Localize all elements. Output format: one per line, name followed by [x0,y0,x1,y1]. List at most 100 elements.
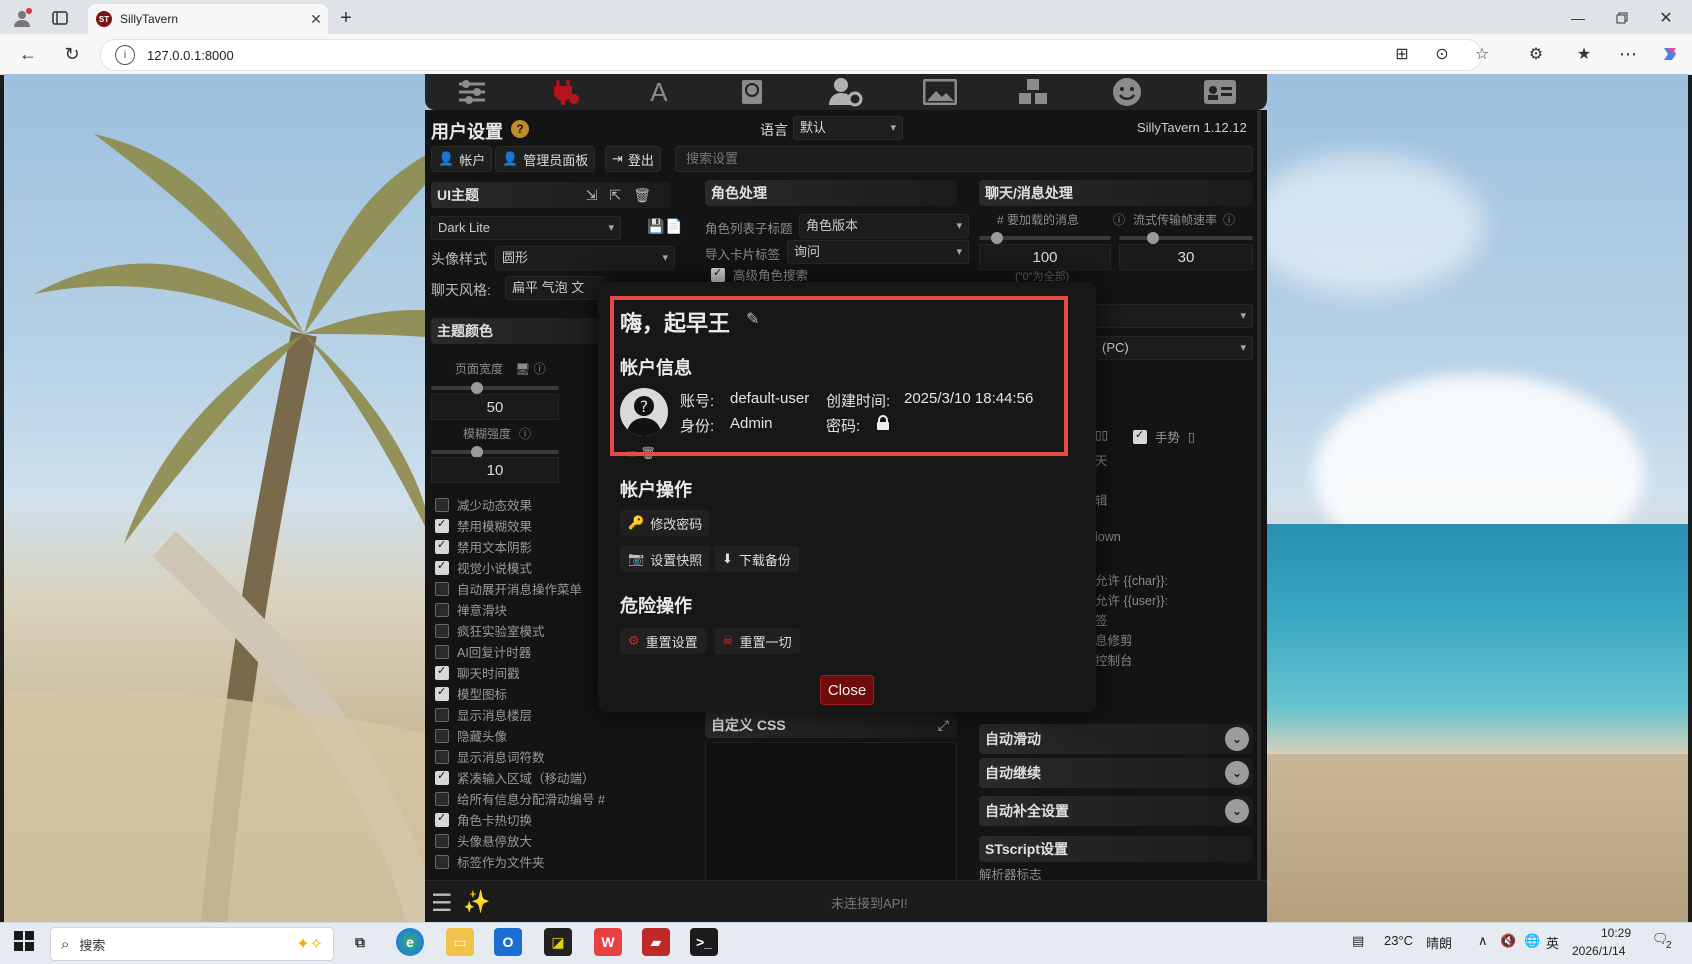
favorites-icon[interactable]: ★ [1572,42,1596,66]
logout-button[interactable]: ⇥ 登出 [605,146,661,172]
checkbox-box[interactable] [435,497,449,512]
extensions-icon[interactable]: ⚙ [1524,42,1548,66]
language-select[interactable]: 默认 [793,116,903,140]
stream-knob[interactable] [1147,232,1159,244]
checkbox-box[interactable] [435,685,449,701]
ui-option-checkbox[interactable]: 角色卡热切换 [435,809,675,830]
ai-response-settings-icon[interactable] [452,76,492,108]
read-aloud-icon[interactable]: ⊙ [1430,42,1454,66]
checkbox-box[interactable] [435,602,449,617]
profile-icon[interactable] [10,6,34,30]
checkbox-box[interactable] [435,623,449,638]
extensions-cubes-icon[interactable] [1013,76,1053,108]
site-info-icon[interactable]: i [115,45,135,65]
backgrounds-icon[interactable] [920,76,960,108]
ui-option-checkbox[interactable]: 紧凑输入区域（移动端） [435,767,675,788]
ui-option-checkbox[interactable]: 头像悬停放大 [435,830,675,851]
checkbox-box[interactable] [435,791,449,806]
search-settings-input[interactable]: 搜索设置 [675,146,1253,172]
stream-fps-value[interactable]: 30 [1119,244,1253,270]
network-globe-icon[interactable]: 🌐 [1524,933,1540,949]
stream-fps-slider[interactable] [1119,232,1253,244]
volume-muted-icon[interactable]: 🔇 [1500,933,1516,949]
back-icon[interactable]: ← [16,42,40,66]
page-width-knob[interactable] [471,382,483,394]
app-available-icon[interactable]: ⊞ [1390,42,1414,66]
window-close-icon[interactable]: ✕ [1654,6,1678,30]
new-tab-icon[interactable]: + [334,6,358,30]
persona-smile-icon[interactable] [1107,76,1147,108]
restore-icon[interactable] [1610,6,1634,30]
import-tags-select[interactable]: 询问 [787,240,969,264]
ime-indicator[interactable]: 英 [1546,933,1559,952]
checkbox-box[interactable] [435,728,449,743]
messages-to-load-slider[interactable] [979,232,1111,244]
ui-option-checkbox[interactable]: 标签作为文件夹 [435,851,675,872]
pc-select[interactable]: (PC) [1095,336,1253,360]
snapshot-button[interactable]: 📷 设置快照 [620,546,711,572]
theme-action-icons[interactable]: ⇲⇱🗑 [586,182,663,208]
blur-value[interactable]: 10 [431,457,559,483]
checkbox-box[interactable] [435,559,449,575]
windows-start-icon[interactable] [14,931,34,954]
checkbox-box[interactable] [711,266,725,282]
auto-scroll-header[interactable]: 自动滑动 ⌄ [979,724,1253,754]
page-width-value[interactable]: 50 [431,394,559,420]
notes-app-icon[interactable]: ◪ [544,928,572,956]
outlook-icon[interactable]: O [494,928,522,956]
close-button[interactable]: Close [820,675,874,705]
taskbar-search-input[interactable]: ⌕ 搜索 ✦✧ [50,927,334,961]
checkbox-box[interactable] [435,769,449,785]
download-backup-button[interactable]: ⬇ 下载备份 [714,546,799,572]
admin-panel-button[interactable]: 👤 管理员面板 [495,146,596,172]
change-password-button[interactable]: 🔑 修改密码 [620,510,711,536]
char-list-subtitle-select[interactable]: 角色版本 [799,214,969,238]
chevron-down-icon[interactable]: ⌄ [1225,727,1249,751]
task-view-icon[interactable]: ⧉ [346,928,374,956]
chevron-down-icon[interactable]: ⌄ [1225,799,1249,823]
magic-wand-icon[interactable]: ✨ [463,889,490,915]
reload-icon[interactable]: ↻ [60,42,84,66]
close-tab-icon[interactable]: ✕ [304,11,328,28]
minimize-icon[interactable]: — [1566,6,1590,30]
right-select-1[interactable] [1095,304,1253,328]
copilot-icon[interactable] [1658,42,1682,66]
checkbox-box[interactable] [435,644,449,659]
new-theme-icon[interactable]: 📄 [665,218,682,235]
reset-everything-button[interactable]: ☠ 重置一切 [714,628,800,654]
checkbox-box[interactable] [435,538,449,554]
checkbox-box[interactable] [435,833,449,848]
page-width-slider[interactable] [431,382,559,394]
account-button[interactable]: 👤 帐户 [431,146,493,172]
book-app-icon[interactable]: ▰ [642,928,670,956]
ui-option-checkbox[interactable]: 隐藏头像 [435,725,675,746]
more-menu-icon[interactable]: ⋯ [1616,42,1640,66]
chevron-up-icon[interactable]: ∧ [1478,933,1488,949]
ui-option-checkbox[interactable]: 显示消息词符数 [435,746,675,767]
world-info-icon[interactable] [732,76,772,108]
browser-tab[interactable]: ST SillyTavern ✕ [88,4,328,34]
panel-scrollbar[interactable] [1257,110,1261,880]
avatar-style-select[interactable]: 圆形 [495,246,675,270]
save-theme-icon[interactable]: 💾 [647,218,664,235]
api-connections-plug-icon[interactable] [545,76,585,108]
weather-icon[interactable]: ▤ [1352,933,1364,949]
wps-icon[interactable]: W [594,928,622,956]
character-management-icon[interactable] [1200,76,1240,108]
url-field[interactable]: i 127.0.0.1:8000 [100,39,1482,71]
checkbox-box[interactable] [435,749,449,764]
ui-option-checkbox[interactable]: 给所有信息分配滑动编号 # [435,788,675,809]
menu-icon[interactable]: ☰ [431,889,453,918]
user-settings-icon[interactable] [826,76,866,108]
help-icon[interactable]: ? [511,120,529,138]
file-explorer-icon[interactable]: ▭ [446,928,474,956]
messages-knob[interactable] [991,232,1003,244]
checkbox-box[interactable] [435,854,449,869]
checkbox-box[interactable] [435,811,449,827]
checkbox-box[interactable] [435,707,449,722]
chevron-down-icon[interactable]: ⌄ [1225,761,1249,785]
expand-icon[interactable]: ⤢ [938,712,949,738]
chat-style-select[interactable]: 扁平 气泡 文 [505,276,605,300]
theme-select[interactable]: Dark Lite [431,216,621,240]
checkbox-box[interactable] [435,581,449,596]
